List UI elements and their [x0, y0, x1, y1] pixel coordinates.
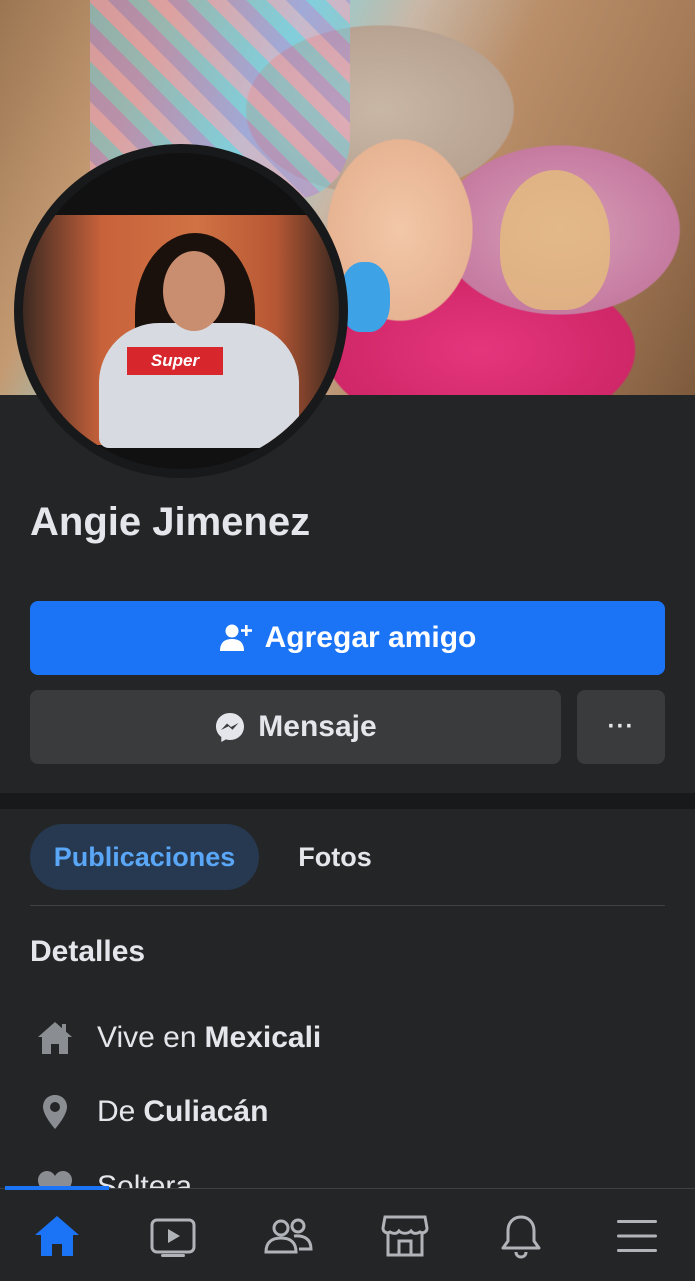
cover-bear-pattern: [500, 170, 610, 310]
friends-icon: [264, 1218, 313, 1254]
message-label: Mensaje: [258, 710, 377, 743]
add-friend-icon: [219, 621, 253, 655]
more-dots-icon: ···: [607, 713, 635, 740]
bottom-navigation: [0, 1188, 695, 1281]
avatar-photo: Super: [23, 153, 339, 469]
menu-icon: [617, 1220, 657, 1252]
add-friend-button[interactable]: Agregar amigo: [30, 601, 665, 675]
message-button[interactable]: Mensaje: [30, 690, 561, 764]
nav-video[interactable]: [143, 1211, 203, 1261]
messenger-icon: [214, 711, 246, 743]
detail-from-prefix: De: [97, 1095, 136, 1128]
detail-lives-value: Mexicali: [204, 1021, 322, 1054]
profile-name: Angie Jimenez: [30, 500, 311, 544]
nav-menu[interactable]: [607, 1211, 667, 1261]
add-friend-label: Agregar amigo: [264, 621, 477, 654]
detail-from: De Culiacán: [30, 1087, 665, 1137]
avatar-face: [163, 251, 225, 331]
home-icon: [30, 1013, 80, 1063]
nav-active-indicator: [5, 1186, 109, 1190]
nav-notifications[interactable]: [491, 1211, 551, 1261]
detail-lives-prefix: Vive en: [97, 1021, 197, 1054]
detail-lives-in: Vive en Mexicali: [30, 1013, 665, 1063]
avatar-shirt: [99, 323, 299, 448]
home-icon: [35, 1216, 79, 1256]
detail-from-value: Culiacán: [143, 1095, 269, 1128]
more-options-button[interactable]: ···: [577, 690, 665, 764]
tabs-divider: [30, 905, 665, 906]
nav-marketplace[interactable]: [375, 1211, 435, 1261]
marketplace-icon: [381, 1215, 429, 1257]
tab-posts[interactable]: Publicaciones: [30, 824, 259, 890]
bell-icon: [501, 1215, 541, 1259]
profile-avatar[interactable]: Super: [14, 144, 348, 478]
nav-friends[interactable]: [259, 1211, 319, 1261]
nav-home[interactable]: [27, 1211, 87, 1261]
tab-photos[interactable]: Fotos: [280, 824, 390, 890]
video-icon: [150, 1218, 196, 1257]
avatar-shirt-logo: Super: [127, 347, 223, 375]
details-heading: Detalles: [30, 935, 146, 968]
location-pin-icon: [30, 1087, 80, 1137]
section-divider: [0, 793, 695, 809]
